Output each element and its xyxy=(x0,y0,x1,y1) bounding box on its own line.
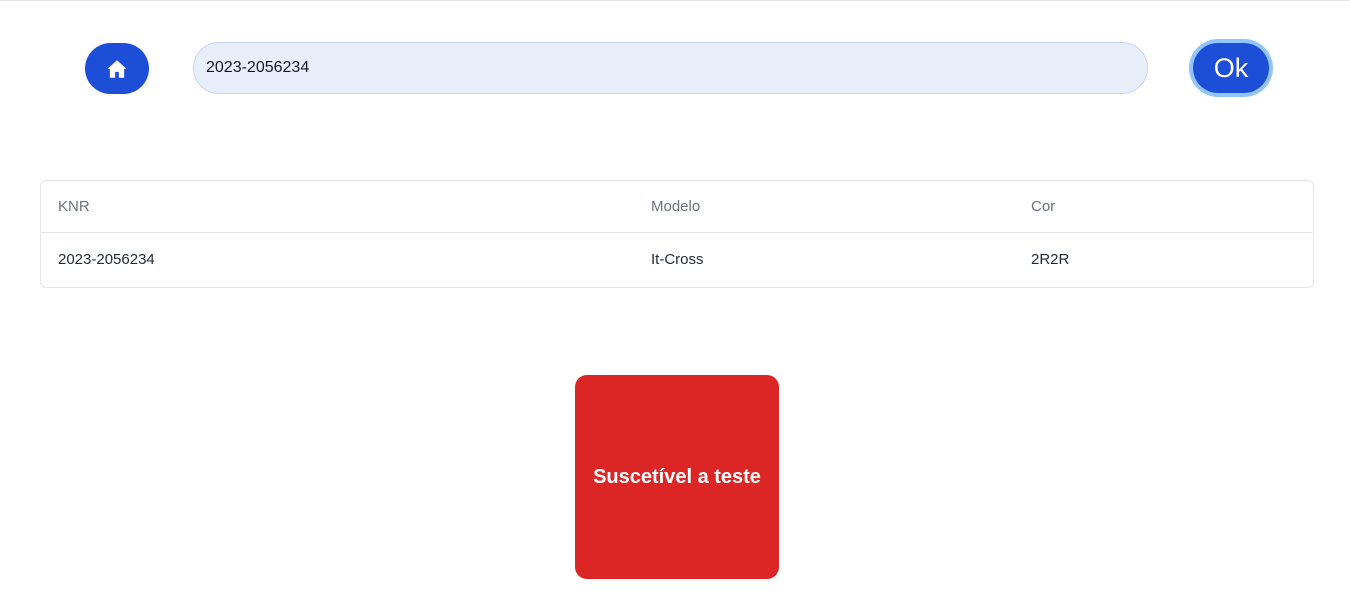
cell-cor: 2R2R xyxy=(1031,251,1070,269)
results-table: KNR Modelo Cor 2023-2056234 It-Cross 2R2… xyxy=(40,180,1314,288)
cell-knr: 2023-2056234 xyxy=(58,251,155,269)
home-button[interactable] xyxy=(85,43,149,94)
table-row: 2023-2056234 It-Cross 2R2R xyxy=(41,232,1313,287)
ok-button[interactable]: Ok xyxy=(1189,39,1273,97)
column-header-knr: KNR xyxy=(41,181,634,233)
status-card: Suscetível a teste xyxy=(575,375,779,579)
table-header-row: KNR Modelo Cor xyxy=(41,181,1313,233)
column-header-cor: Cor xyxy=(1014,181,1313,233)
column-header-modelo: Modelo xyxy=(634,181,1014,233)
status-label: Suscetível a teste xyxy=(593,465,761,488)
cell-modelo: It-Cross xyxy=(651,251,704,269)
ok-button-label: Ok xyxy=(1193,43,1269,93)
home-icon xyxy=(106,58,128,80)
top-divider xyxy=(0,0,1350,1)
search-input[interactable] xyxy=(193,42,1148,94)
